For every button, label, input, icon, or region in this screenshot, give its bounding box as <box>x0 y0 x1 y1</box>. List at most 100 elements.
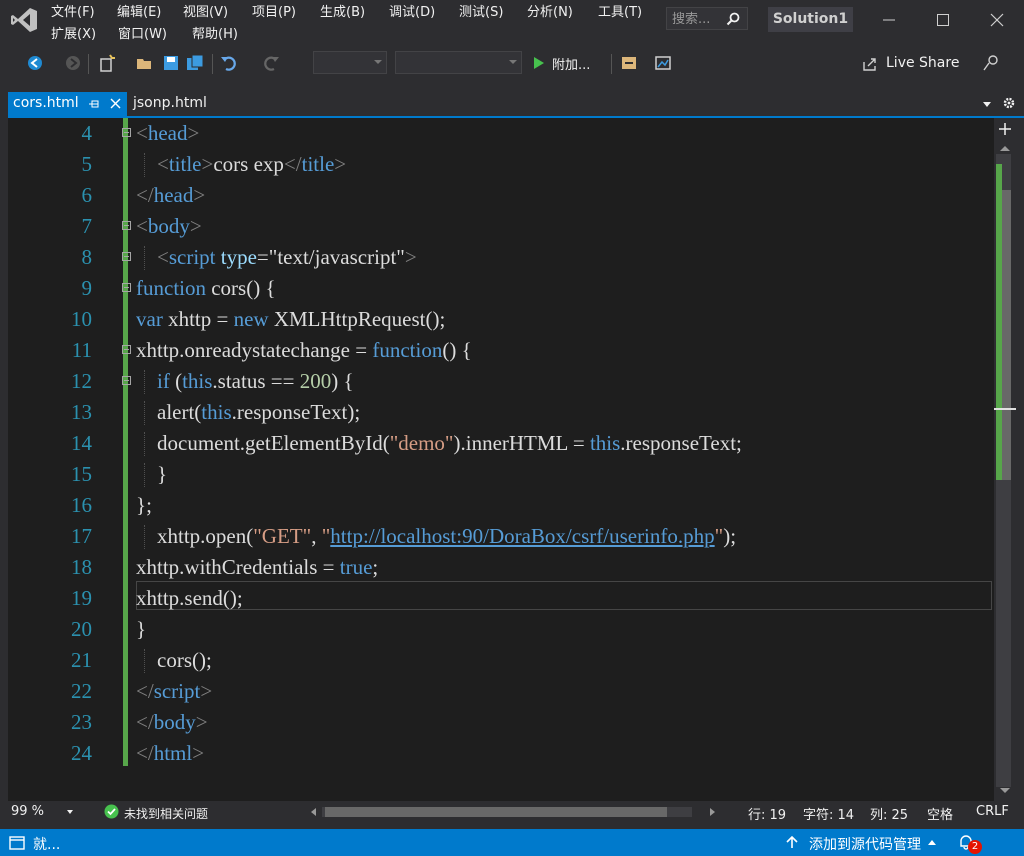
line-number: 24 <box>71 741 92 765</box>
tab-cors-html[interactable]: cors.html <box>8 92 127 116</box>
split-window-icon[interactable] <box>998 122 1012 136</box>
menu-item[interactable]: 窗口(W) <box>118 24 167 46</box>
menu-item[interactable]: 扩展(X) <box>51 24 96 46</box>
line-ending-indicator[interactable]: CRLF <box>976 804 1009 819</box>
notifications-button[interactable]: 2 <box>958 832 986 854</box>
collapse-icon[interactable] <box>122 283 131 292</box>
code-line[interactable]: 22 </script> <box>8 676 994 707</box>
settings-gear-icon[interactable] <box>1002 96 1016 110</box>
code-line[interactable]: 19 xhttp.send(); <box>8 583 994 614</box>
menu-item[interactable]: 文件(F) <box>51 2 95 24</box>
code-token: xhttp.onreadystatechange = <box>136 338 373 362</box>
preview-icon[interactable] <box>654 54 672 72</box>
ready-status: 就... <box>33 837 61 853</box>
menu-item[interactable]: 分析(N) <box>527 2 573 24</box>
code-line[interactable]: 6 </head> <box>8 180 994 211</box>
code-line[interactable]: 24 </html> <box>8 738 994 769</box>
horizontal-scroll-thumb[interactable] <box>325 807 667 817</box>
code-line[interactable]: 18 xhttp.withCredentials = true; <box>8 552 994 583</box>
scroll-up-icon[interactable] <box>1000 146 1010 151</box>
save-icon[interactable] <box>162 54 180 72</box>
live-share-button[interactable]: Live Share <box>862 54 962 76</box>
code-editor[interactable]: 4 <head> 5 <title>cors exp</title> 6 </head> 7… <box>8 118 994 801</box>
arrow-up-icon <box>786 836 798 848</box>
code-line[interactable]: 15} <box>8 459 994 490</box>
tab-jsonp-html[interactable]: jsonp.html <box>133 95 207 111</box>
code-token: script <box>153 679 201 703</box>
save-all-icon[interactable] <box>186 54 204 72</box>
menu-item[interactable]: 工具(T) <box>598 2 642 24</box>
search-input[interactable]: 搜索... <box>666 7 748 30</box>
zoom-level[interactable]: 99 % <box>11 804 44 819</box>
redo-icon[interactable] <box>262 54 280 72</box>
code-token: .responseText; <box>620 431 742 455</box>
code-line[interactable]: 13 alert(this.responseText); <box>8 397 994 428</box>
code-token: document.getElementById( <box>157 431 390 455</box>
menu-item[interactable]: 帮助(H) <box>192 24 238 46</box>
menu-item[interactable]: 编辑(E) <box>117 2 161 24</box>
navigate-forward-icon[interactable] <box>64 54 82 72</box>
menu-item[interactable]: 视图(V) <box>183 2 228 24</box>
collapse-icon[interactable] <box>122 252 131 261</box>
close-icon[interactable] <box>983 8 1011 32</box>
open-file-icon[interactable] <box>136 54 154 72</box>
code-token: </ <box>136 741 154 765</box>
collapse-icon[interactable] <box>122 376 131 385</box>
collapse-icon[interactable] <box>122 345 131 354</box>
menu-item[interactable]: 测试(S) <box>459 2 503 24</box>
new-project-icon[interactable] <box>98 54 116 72</box>
menu-item[interactable]: 调试(D) <box>389 2 435 24</box>
char-indicator[interactable]: 字符: 14 <box>803 804 854 823</box>
tab-list-dropdown-icon[interactable] <box>983 102 991 107</box>
line-number: 9 <box>81 276 93 300</box>
indent-guide <box>144 525 145 549</box>
code-line[interactable]: 7 <body> <box>8 211 994 242</box>
navigate-back-icon[interactable] <box>26 54 44 72</box>
code-token[interactable]: http://localhost:90/DoraBox/csrf/userinf… <box>330 524 714 548</box>
code-line[interactable]: 4 <head> <box>8 118 994 149</box>
code-line[interactable]: 14 document.getElementById("demo").innerH… <box>8 428 994 459</box>
attach-button[interactable]: 附加... <box>530 54 630 76</box>
line-indicator[interactable]: 行: 19 <box>748 804 786 823</box>
scroll-right-icon[interactable] <box>710 808 715 816</box>
scroll-down-icon[interactable] <box>1000 788 1010 793</box>
line-number: 15 <box>71 462 92 486</box>
column-indicator[interactable]: 列: 25 <box>870 804 908 823</box>
code-line[interactable]: 12 if (this.status == 200) { <box>8 366 994 397</box>
close-tab-icon[interactable] <box>110 98 121 109</box>
code-line[interactable]: 17 xhttp.open("GET", "http://localhost:90… <box>8 521 994 552</box>
browser-link-icon[interactable] <box>620 54 638 72</box>
code-line[interactable]: 16}; <box>8 490 994 521</box>
code-line[interactable]: 9 function cors() { <box>8 273 994 304</box>
code-line[interactable]: 20} <box>8 614 994 645</box>
scroll-left-icon[interactable] <box>311 808 316 816</box>
title-bar: 文件(F) 编辑(E) 视图(V) 项目(P) 生成(B) 调试(D) 测试(S) 分析(N)… <box>0 0 1024 48</box>
pin-icon[interactable] <box>88 98 100 110</box>
code-line[interactable]: 11 xhttp.onreadystatechange = function() … <box>8 335 994 366</box>
add-to-source-control-button[interactable]: 添加到源代码管理 <box>785 831 941 853</box>
code-token: var <box>136 307 163 331</box>
code-token: < <box>157 245 169 269</box>
code-line[interactable]: 10 var xhttp = new XMLHttpRequest(); <box>8 304 994 335</box>
menu-item[interactable]: 项目(P) <box>252 2 296 24</box>
undo-icon[interactable] <box>220 54 238 72</box>
platform-dropdown[interactable] <box>395 51 522 74</box>
code-line[interactable]: 8 <script type="text/javascript"> <box>8 242 994 273</box>
code-token: head <box>153 183 194 207</box>
menu-item[interactable]: 生成(B) <box>320 2 365 24</box>
collapse-icon[interactable] <box>122 128 131 137</box>
code-line[interactable]: 23 </body> <box>8 707 994 738</box>
collapse-icon[interactable] <box>122 221 131 230</box>
code-line[interactable]: 21 cors(); <box>8 645 994 676</box>
code-line[interactable]: 5 <title>cors exp</title> <box>8 149 994 180</box>
code-token: xhttp = <box>162 307 234 331</box>
configuration-dropdown[interactable] <box>313 51 387 74</box>
vertical-scrollbar[interactable] <box>994 118 1024 801</box>
issues-status[interactable]: 未找到相关问题 <box>124 805 208 822</box>
zoom-dropdown-icon[interactable] <box>67 810 73 814</box>
code-token: head <box>147 121 188 145</box>
feedback-icon[interactable] <box>982 54 1000 72</box>
minimize-icon[interactable] <box>875 8 903 32</box>
whitespace-indicator[interactable]: 空格 <box>927 804 953 823</box>
maximize-icon[interactable] <box>929 8 957 32</box>
